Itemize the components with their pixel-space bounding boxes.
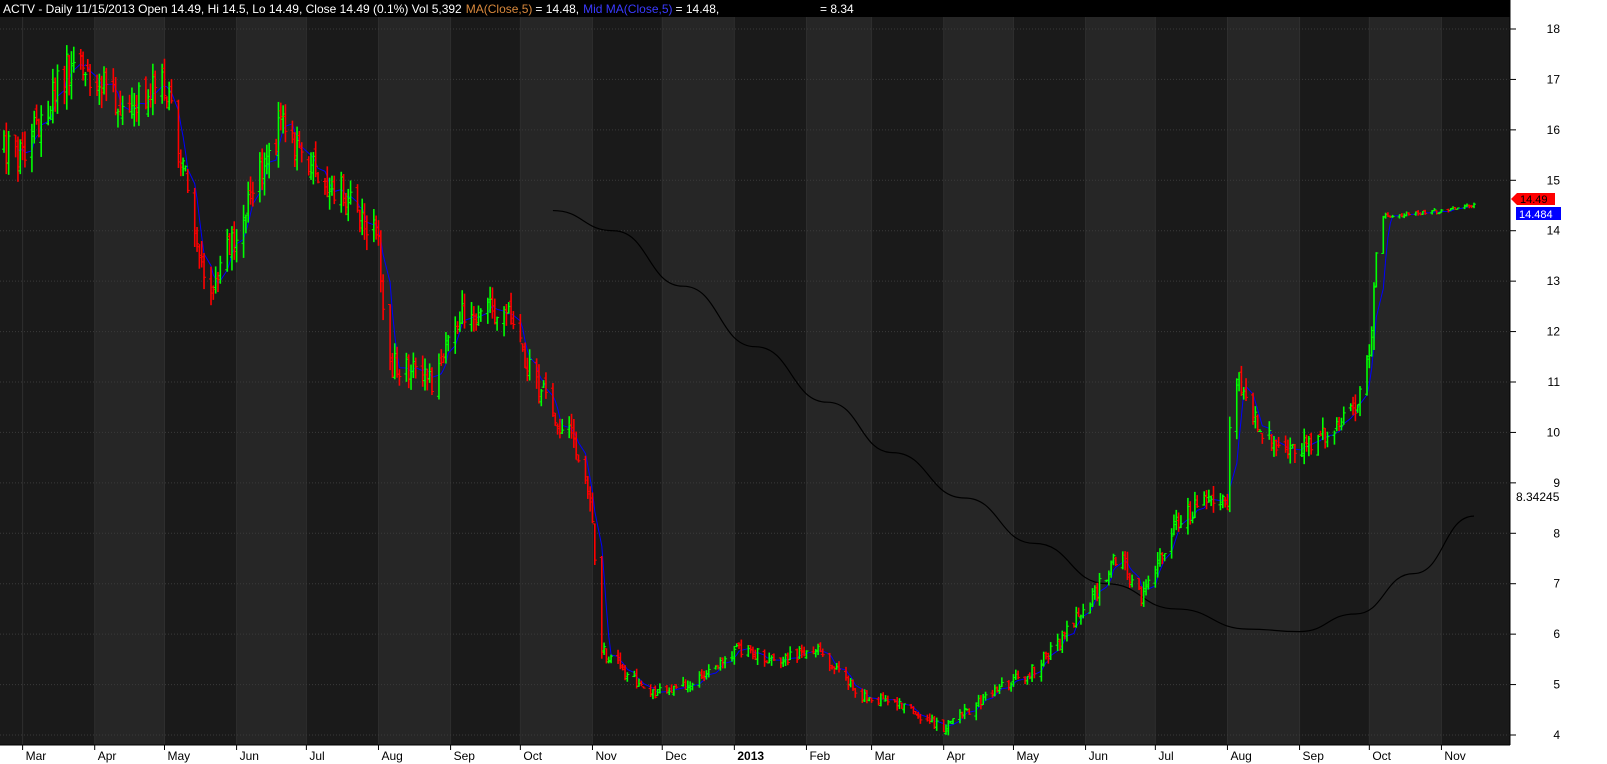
x-tick-label: Jul [1158, 749, 1173, 763]
x-tick-label: 2013 [737, 749, 764, 763]
stock-chart: 4 5 6 7 8 9 10 11 12 13 14 15 16 17 18 Mar Apr May Jun Jul… [0, 0, 1607, 764]
y-tick-label: 12 [1547, 325, 1561, 339]
month-band [520, 17, 593, 745]
x-tick-label: Oct [1372, 749, 1391, 763]
x-tick-label: Apr [98, 749, 117, 763]
y-tick-label: 8 [1553, 526, 1560, 540]
y-tick-label: 5 [1553, 678, 1560, 692]
header-prefix: ACTV - Daily 11/15/2013 Open 14.49, Hi 1… [3, 2, 462, 16]
slow-ma-value-label: 8.34245 [1516, 490, 1560, 504]
x-tick-label: May [167, 749, 190, 763]
x-tick-label: Mar [26, 749, 47, 763]
y-tick-label: 18 [1547, 22, 1561, 36]
x-tick-label: Mar [875, 749, 896, 763]
mid-ma-label: Mid MA(Close,5) [583, 2, 672, 16]
close-price-tag: 14.49 [1511, 193, 1555, 206]
x-tick-label: Sep [454, 749, 476, 763]
chart-header: ACTV - Daily 11/15/2013 Open 14.49, Hi 1… [3, 2, 719, 16]
y-tick-label: 13 [1547, 274, 1561, 288]
x-tick-label: Apr [947, 749, 966, 763]
month-band [1369, 17, 1442, 745]
y-tick-label: 9 [1553, 476, 1560, 490]
y-tick-label: 16 [1547, 123, 1561, 137]
y-tick-label: 7 [1553, 577, 1560, 591]
ma-price-tag-text: 14.484 [1519, 209, 1553, 221]
y-tick-label: 10 [1547, 425, 1561, 439]
month-band [236, 17, 307, 745]
ma-price-tag: 14.484 [1516, 207, 1561, 221]
x-tick-label: Jun [240, 749, 259, 763]
y-tick-label: 14 [1547, 224, 1561, 238]
ma-value: = 14.48, [535, 2, 579, 16]
month-band [806, 17, 872, 745]
month-band [1085, 17, 1156, 745]
x-tick-label: Nov [1444, 749, 1465, 763]
close-price-tag-text: 14.49 [1520, 194, 1548, 206]
x-tick-label: May [1016, 749, 1039, 763]
mid-ma-value: = 14.48, [676, 2, 720, 16]
y-tick-label: 6 [1553, 627, 1560, 641]
x-tick-label: Aug [1230, 749, 1251, 763]
x-tick-label: Dec [665, 749, 686, 763]
y-tick-label: 15 [1547, 173, 1561, 187]
x-tick-label: Oct [523, 749, 542, 763]
month-band [1227, 17, 1300, 745]
extra-indicator-value: = 8.34 [820, 2, 854, 16]
month-band [943, 17, 1014, 745]
ma-label: MA(Close,5) [466, 2, 533, 16]
x-tick-label: Nov [595, 749, 616, 763]
x-tick-label: Aug [381, 749, 402, 763]
x-tick-label: Feb [809, 749, 830, 763]
x-tick-label: Jul [309, 749, 324, 763]
x-tick-label: Sep [1303, 749, 1325, 763]
month-band [662, 17, 735, 745]
month-band [378, 17, 451, 745]
month-band [94, 17, 165, 745]
x-tick-label: Jun [1089, 749, 1108, 763]
y-tick-label: 4 [1553, 728, 1560, 742]
y-tick-label: 17 [1547, 72, 1561, 86]
y-tick-label: 11 [1548, 375, 1561, 389]
